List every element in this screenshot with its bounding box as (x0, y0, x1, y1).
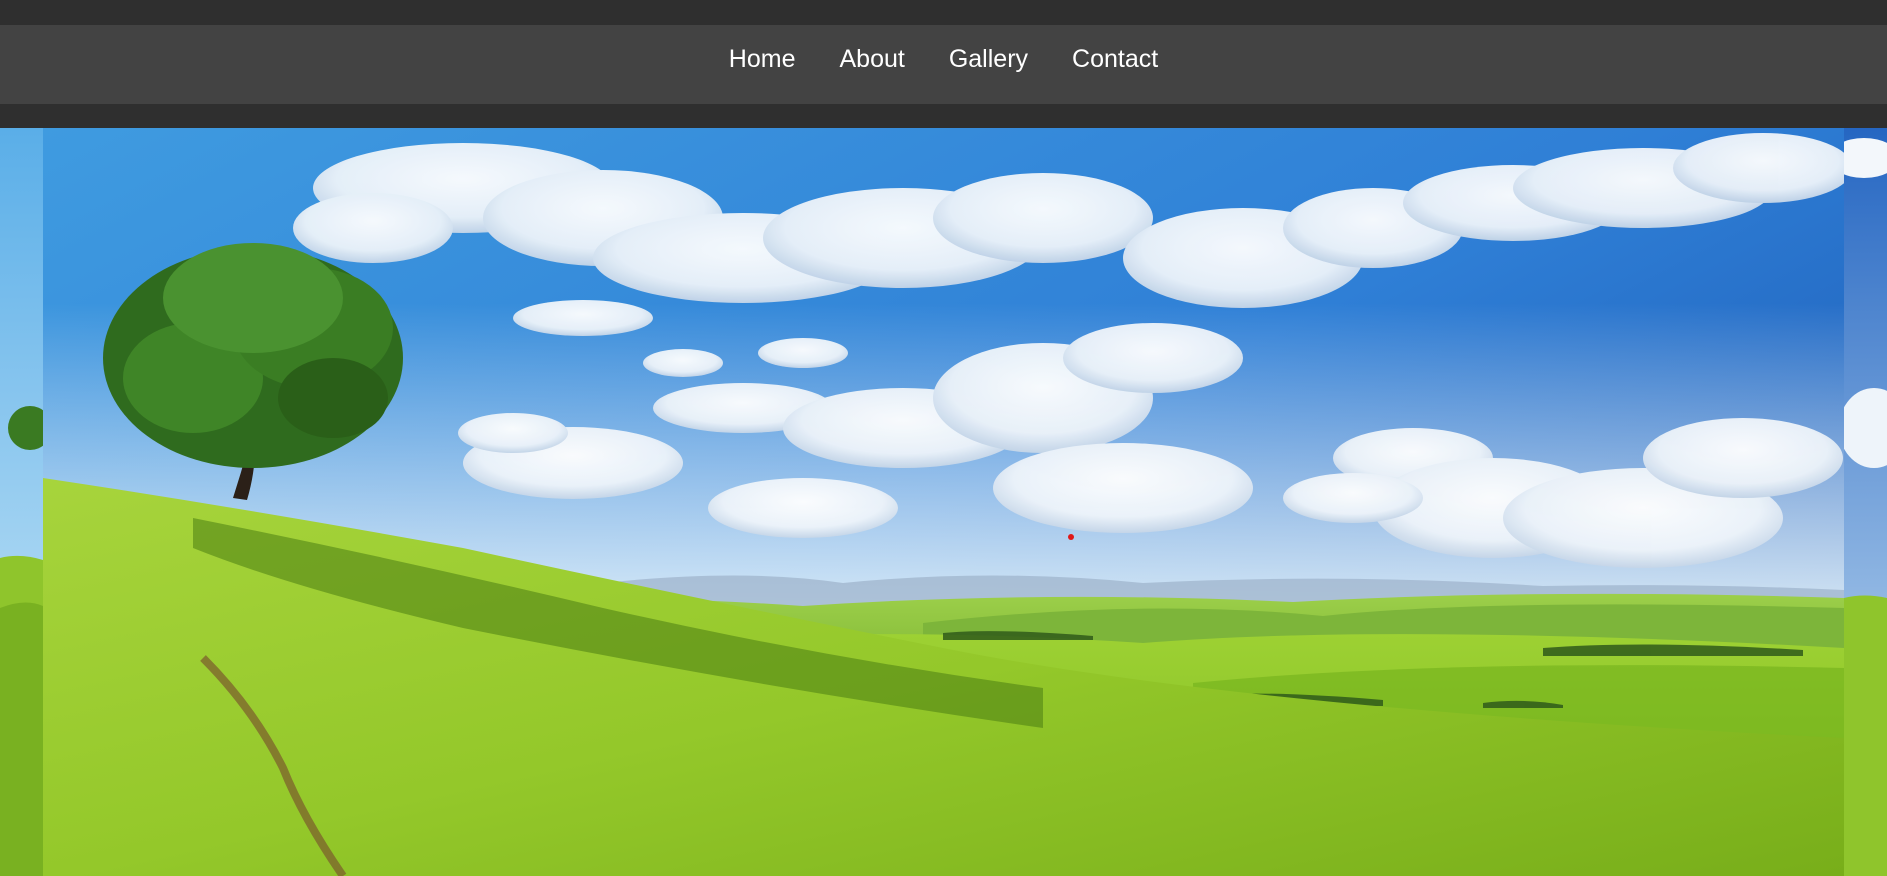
carousel-slide-previous[interactable] (0, 128, 43, 876)
main-navbar: Home About Gallery Contact (0, 25, 1887, 104)
cursor-dot (1068, 534, 1074, 540)
landscape-image (43, 128, 1844, 876)
nav-link-home[interactable]: Home (707, 45, 818, 73)
nav-bottom-strip (0, 104, 1887, 128)
carousel-slide-next[interactable] (1844, 128, 1887, 876)
image-carousel[interactable] (0, 128, 1887, 876)
nav-link-about[interactable]: About (817, 45, 926, 73)
carousel-slide-current[interactable] (43, 128, 1844, 876)
nav-link-contact[interactable]: Contact (1050, 45, 1180, 73)
top-strip (0, 0, 1887, 25)
nav-link-gallery[interactable]: Gallery (927, 45, 1050, 73)
nav-list: Home About Gallery Contact (707, 45, 1180, 74)
